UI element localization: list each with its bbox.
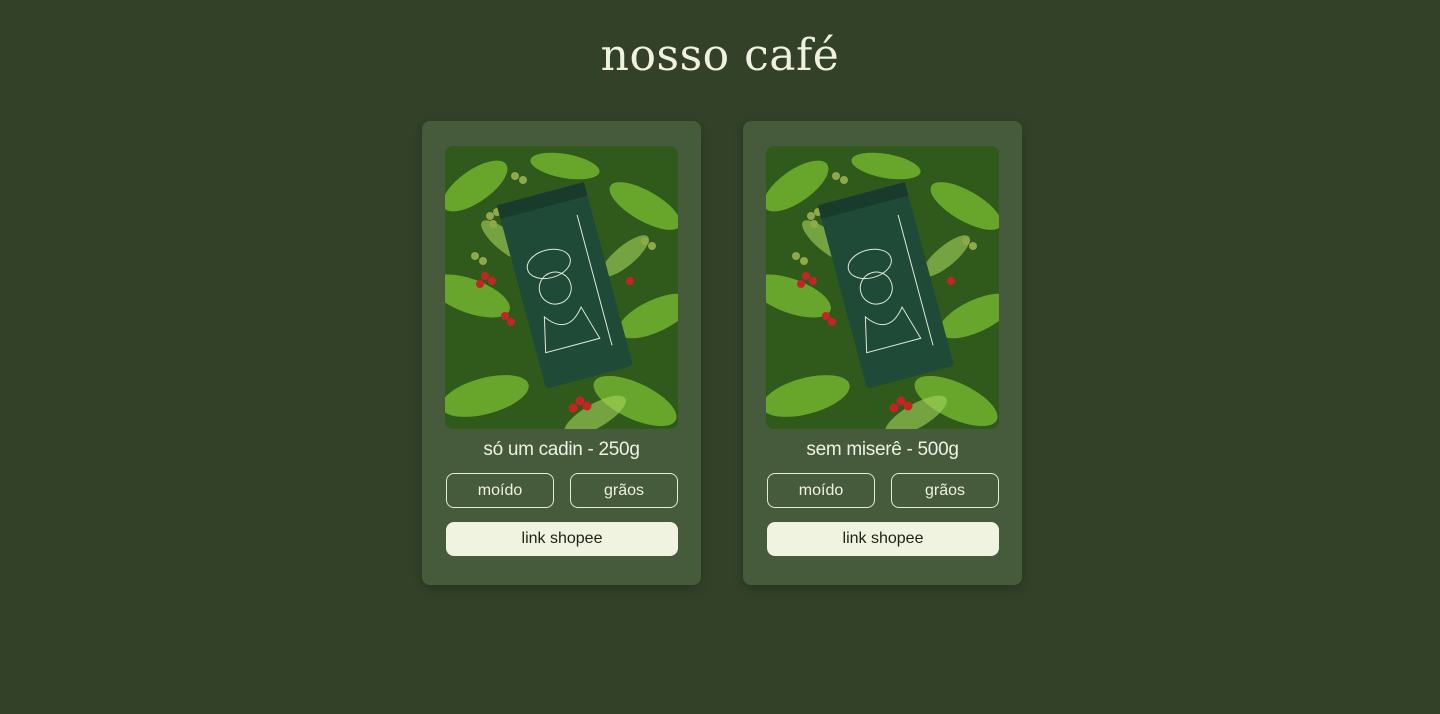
option-moido-button[interactable]: moído	[767, 473, 875, 508]
grind-options: moído grãos	[446, 473, 678, 508]
page-title: nosso café	[600, 30, 840, 81]
coffee-bag-photo	[445, 146, 678, 429]
product-list: só um cadin - 250g moído grãos link shop…	[422, 121, 1022, 585]
shopee-link-button[interactable]: link shopee	[446, 522, 678, 556]
option-graos-button[interactable]: grãos	[570, 473, 678, 508]
product-photo	[766, 146, 999, 429]
product-card: sem miserê - 500g moído grãos link shope…	[743, 121, 1022, 585]
coffee-bag-photo	[766, 146, 999, 429]
page: nosso café só um cadin - 250g moído grão…	[0, 0, 1440, 714]
product-photo	[445, 146, 678, 429]
shopee-link-button[interactable]: link shopee	[767, 522, 999, 556]
product-name: só um cadin - 250g	[483, 439, 640, 460]
grind-options: moído grãos	[767, 473, 999, 508]
product-name: sem miserê - 500g	[806, 439, 959, 460]
option-moido-button[interactable]: moído	[446, 473, 554, 508]
product-card: só um cadin - 250g moído grãos link shop…	[422, 121, 701, 585]
option-graos-button[interactable]: grãos	[891, 473, 999, 508]
